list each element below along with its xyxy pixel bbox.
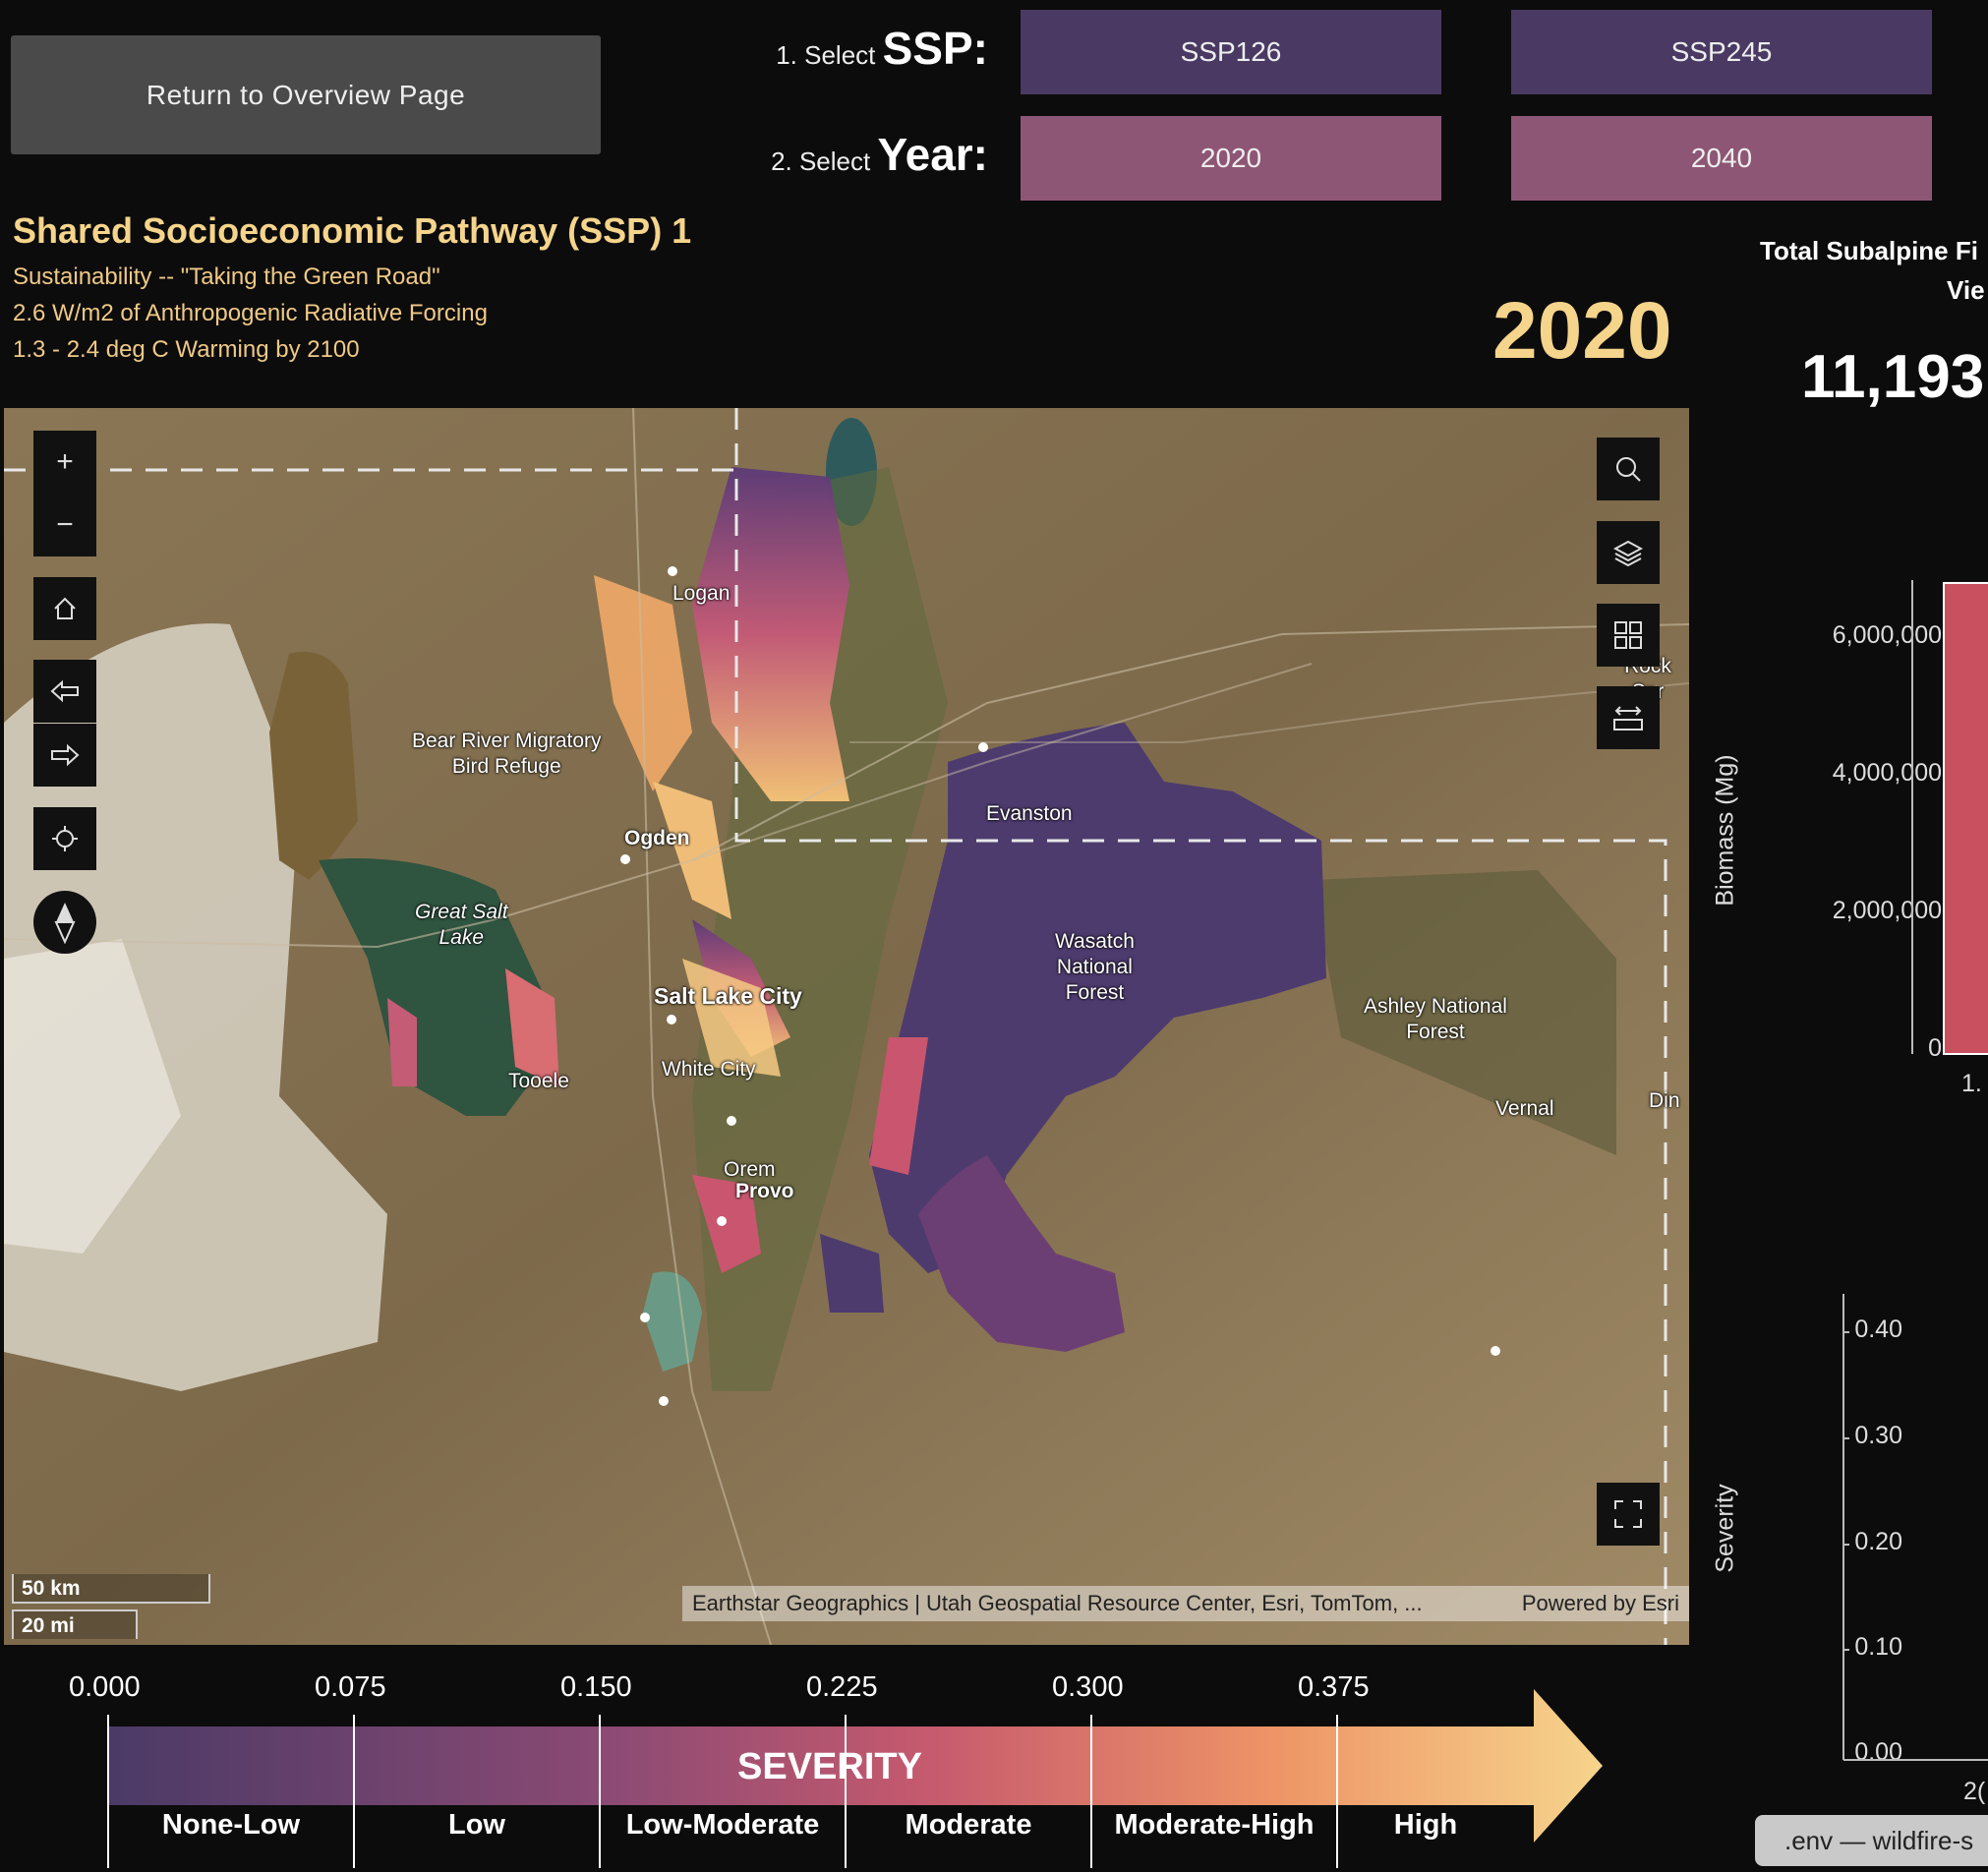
legend-tick: 0.000 xyxy=(69,1671,141,1703)
biomass-bar xyxy=(1943,581,1988,1055)
severity-xtick: 2( xyxy=(1963,1778,1986,1805)
map-label-ogden: Ogden xyxy=(624,827,690,849)
ssp-selector-prefix: 1. Select xyxy=(776,40,876,70)
return-to-overview-button[interactable]: Return to Overview Page xyxy=(11,35,601,154)
fullscreen-button[interactable] xyxy=(1597,1483,1660,1546)
scenario-title: Shared Socioeconomic Pathway (SSP) 1 xyxy=(13,210,692,251)
home-button[interactable] xyxy=(33,577,96,640)
map-label-dinosaur: Din xyxy=(1649,1089,1680,1112)
arrow-left-icon xyxy=(50,679,79,703)
legend-category: Moderate-High xyxy=(1114,1809,1315,1841)
powered-by-esri-link[interactable]: Powered by Esri xyxy=(1522,1591,1679,1616)
basemap-gallery-icon xyxy=(1614,621,1642,649)
scenario-line-1: Sustainability -- "Taking the Green Road… xyxy=(13,263,440,290)
window-tooltip[interactable]: .env — wildfire-s xyxy=(1755,1815,1988,1866)
scale-bar-km: 50 km xyxy=(12,1574,210,1604)
year-selector-title: Year: xyxy=(877,129,988,180)
year-selector-prefix: 2. Select xyxy=(771,146,871,176)
compass-icon xyxy=(54,903,76,944)
map-label-great-salt-lake: Great Salt Lake xyxy=(415,901,508,949)
map-label-ashley-forest: Ashley National Forest xyxy=(1364,995,1507,1043)
legend-tick: 0.150 xyxy=(560,1671,632,1703)
severity-legend: 0.000 0.075 0.150 0.225 0.300 0.375 SEVE… xyxy=(59,1671,1671,1872)
layers-icon xyxy=(1613,540,1643,567)
legend-category: Low xyxy=(448,1809,505,1841)
map-label-evanston: Evanston xyxy=(986,802,1073,825)
ssp-selector-title: SSP: xyxy=(882,23,988,74)
basemap-gallery-button[interactable] xyxy=(1597,604,1660,667)
measure-button[interactable] xyxy=(1597,686,1660,749)
legend-tick: 0.225 xyxy=(806,1671,878,1703)
layers-button[interactable] xyxy=(1597,521,1660,584)
legend-tick: 0.075 xyxy=(315,1671,386,1703)
ssp-selector-label: 1. Select SSP: xyxy=(747,22,988,75)
biomass-xtick: 1. xyxy=(1961,1070,1982,1097)
scenario-line-3: 1.3 - 2.4 deg C Warming by 2100 xyxy=(13,336,360,363)
scenario-line-2: 2.6 W/m2 of Anthropogenic Radiative Forc… xyxy=(13,300,488,326)
ssp126-button[interactable]: SSP126 xyxy=(1021,10,1441,94)
map-label-salt-lake-city: Salt Lake City xyxy=(654,983,802,1009)
measure-icon xyxy=(1613,706,1643,731)
severity-chart-plot xyxy=(1842,1294,1988,1761)
locate-icon xyxy=(52,826,78,851)
legend-tick: 0.375 xyxy=(1298,1671,1370,1703)
severity-chart: Severity 0.40 0.30 0.20 0.10 0.00 2( xyxy=(1706,1278,1988,1809)
map-label-vernal: Vernal xyxy=(1495,1097,1554,1120)
biomass-chart-plot xyxy=(1911,580,1988,1055)
map-label-wasatch-forest: Wasatch National Forest xyxy=(1055,930,1135,1004)
year-selector-label: 2. Select Year: xyxy=(747,128,988,181)
map-label-logan: Logan xyxy=(672,582,731,605)
search-button[interactable] xyxy=(1597,438,1660,500)
zoom-in-button[interactable]: + xyxy=(33,431,96,494)
compass-button[interactable] xyxy=(33,891,96,954)
biomass-chart: Biomass (Mg) 6,000,000 4,000,000 2,000,0… xyxy=(1706,580,1988,1131)
map-label-bear-river: Bear River Migratory Bird Refuge xyxy=(412,730,602,778)
next-extent-button[interactable] xyxy=(33,724,96,787)
current-year-display: 2020 xyxy=(1492,286,1672,376)
year-2040-button[interactable]: 2040 xyxy=(1511,116,1932,201)
fullscreen-icon xyxy=(1614,1500,1642,1528)
side-panel-title: Total Subalpine Fi xyxy=(1760,236,1978,265)
legend-category: None-Low xyxy=(161,1809,301,1841)
legend-category: Low-Moderate xyxy=(625,1809,820,1841)
total-value: 11,193 xyxy=(1801,343,1985,411)
map-label-provo: Provo xyxy=(735,1180,794,1202)
scale-bar-mi: 20 mi xyxy=(12,1609,138,1639)
map-view[interactable]: Logan Bear River Migratory Bird Refuge O… xyxy=(4,408,1689,1645)
previous-extent-button[interactable] xyxy=(33,660,96,723)
map-label-tooele: Tooele xyxy=(508,1070,569,1092)
locate-button[interactable] xyxy=(33,807,96,870)
legend-title: SEVERITY xyxy=(737,1746,922,1787)
map-attribution-bar: Earthstar Geographics | Utah Geospatial … xyxy=(682,1586,1689,1621)
attribution-text: Earthstar Geographics | Utah Geospatial … xyxy=(692,1591,1423,1615)
year-2020-button[interactable]: 2020 xyxy=(1021,116,1441,201)
ssp245-button[interactable]: SSP245 xyxy=(1511,10,1932,94)
legend-tick: 0.300 xyxy=(1052,1671,1124,1703)
arrow-right-icon xyxy=(51,743,80,767)
zoom-out-button[interactable]: − xyxy=(33,494,96,556)
map-label-white-city: White City xyxy=(662,1058,756,1081)
home-icon xyxy=(54,597,76,619)
legend-category: High xyxy=(1393,1809,1458,1841)
search-icon xyxy=(1616,457,1641,482)
side-panel-subtitle: Vie xyxy=(1947,275,1985,305)
legend-category: Moderate xyxy=(905,1809,1032,1841)
